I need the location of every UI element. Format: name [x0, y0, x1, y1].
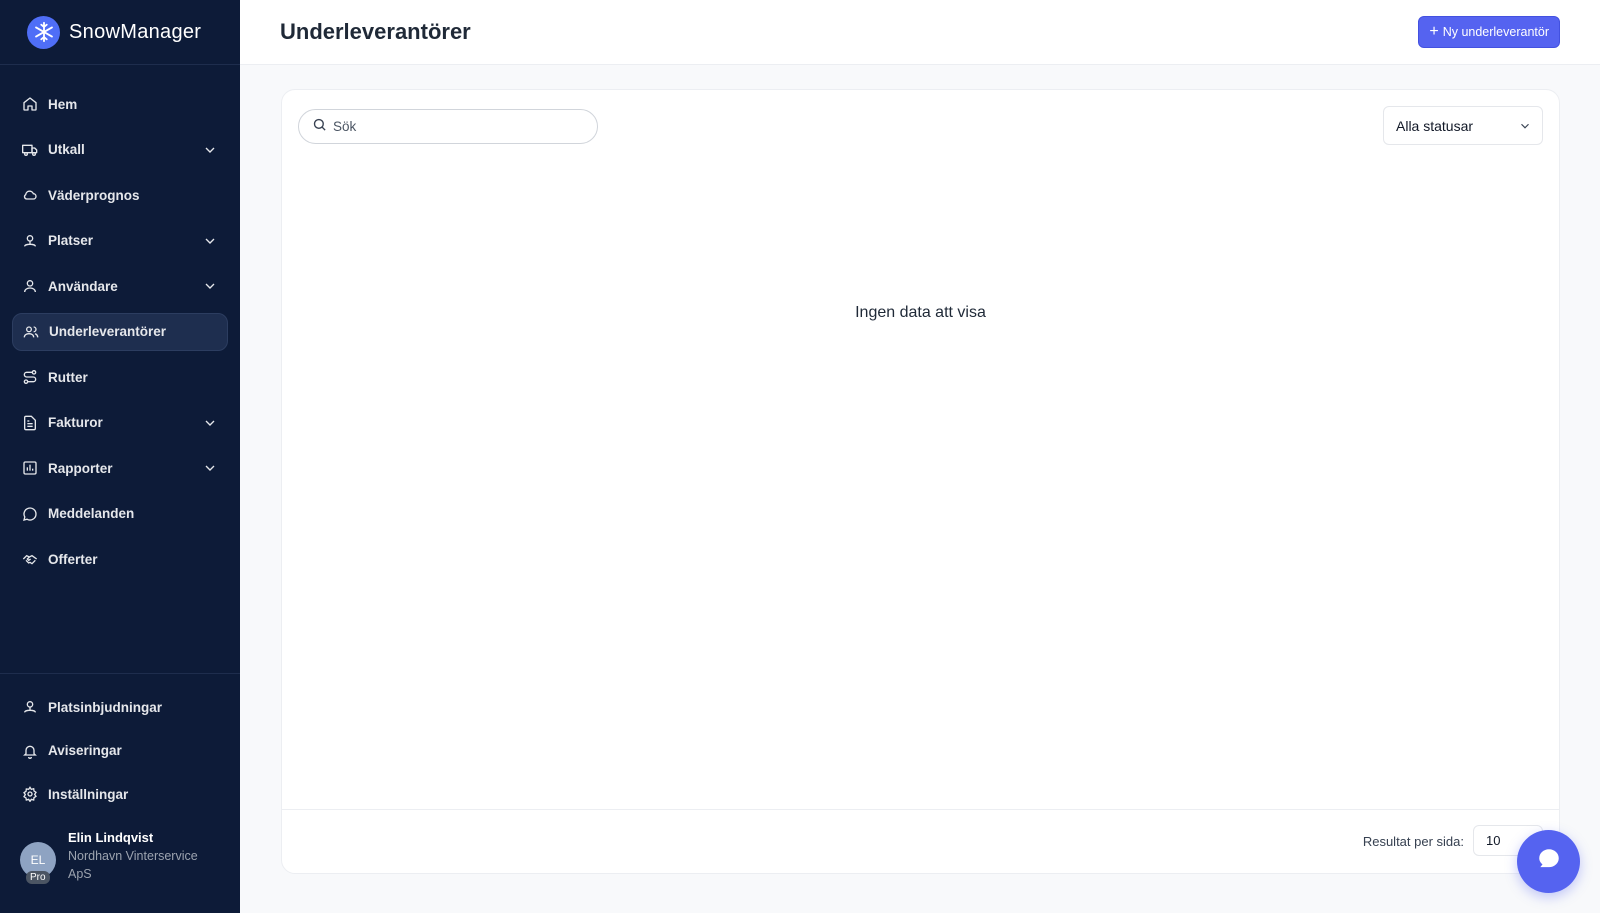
topbar: Underleverantörer + Ny underleverantör: [240, 0, 1600, 65]
avatar[interactable]: EL Pro: [20, 842, 56, 884]
sidebar-divider: [0, 673, 240, 674]
handshake-icon: [21, 550, 39, 568]
nav-label: Aviseringar: [48, 743, 122, 758]
user-icon: [21, 277, 39, 295]
search-input[interactable]: [333, 119, 583, 134]
new-subcontractor-button[interactable]: + Ny underleverantör: [1418, 16, 1560, 48]
search-box[interactable]: [298, 109, 598, 144]
nav-label: Fakturor: [48, 415, 103, 430]
chat-launcher-button[interactable]: [1517, 830, 1580, 893]
bar-chart-icon: [21, 459, 39, 477]
sidebar: SnowManager Hem Utkall Väderprognos Plat…: [0, 0, 240, 913]
nav-label: Rutter: [48, 369, 88, 385]
nav-item-hem[interactable]: Hem: [12, 85, 228, 123]
nav-label: Meddelanden: [48, 506, 135, 521]
chevron-down-icon[interactable]: [202, 415, 218, 431]
chat-icon: [1536, 846, 1562, 877]
plan-badge: Pro: [26, 871, 50, 884]
nav-item-offerter[interactable]: Offerter: [12, 540, 228, 578]
chevron-down-icon[interactable]: [202, 460, 218, 476]
nav-label: Offerter: [48, 551, 98, 567]
nav-label: Väderprognos: [48, 187, 140, 203]
page-title: Underleverantörer: [280, 19, 471, 44]
chevron-down-icon[interactable]: [202, 233, 218, 249]
status-filter-select[interactable]: Alla statusar: [1383, 106, 1543, 145]
users-icon: [22, 323, 40, 341]
cloud-icon: [21, 186, 39, 204]
nav-item-underleverantorer[interactable]: Underleverantörer: [12, 312, 228, 351]
gear-icon: [21, 785, 39, 803]
invoice-icon: [21, 414, 39, 432]
avatar-initials: EL: [30, 853, 46, 867]
nav-item-rapporter[interactable]: Rapporter: [12, 449, 228, 487]
message-icon: [21, 505, 39, 523]
nav-item-platsinbjudningar[interactable]: Platsinbjudningar: [12, 688, 228, 726]
main-nav: Hem Utkall Väderprognos Platser Användar…: [12, 85, 228, 586]
nav-label: Hem: [48, 96, 78, 112]
nav-item-rutter[interactable]: Rutter: [12, 358, 228, 396]
nav-label: Underleverantörer: [49, 324, 167, 339]
map-pin-icon: [21, 232, 39, 250]
brand-name: SnowManager: [69, 20, 202, 43]
snowflake-icon: [27, 15, 60, 49]
per-page-value: 10: [1486, 833, 1501, 848]
subcontractors-card: Alla statusar Ingen data att visa Result…: [281, 89, 1560, 874]
per-page-label: Resultat per sida:: [1362, 834, 1464, 849]
user-company: Nordhavn Vinterservice ApS: [68, 849, 198, 881]
nav-label: Utkall: [48, 142, 85, 157]
new-subcontractor-label: Ny underleverantör: [1442, 25, 1549, 39]
bottom-nav: Platsinbjudningar Aviseringar Inställnin…: [12, 688, 228, 819]
status-filter-value: Alla statusar: [1396, 117, 1474, 134]
nav-item-utkall[interactable]: Utkall: [12, 131, 228, 169]
user-name: Elin Lindqvist: [68, 830, 154, 845]
truck-icon: [21, 141, 39, 159]
pagination-footer: Resultat per sida: 10: [282, 809, 1559, 873]
route-icon: [21, 368, 39, 386]
map-pin-icon: [21, 698, 39, 716]
nav-label: Rapporter: [48, 460, 113, 476]
nav-label: Inställningar: [48, 786, 129, 802]
nav-item-fakturor[interactable]: Fakturor: [12, 404, 228, 442]
search-icon: [312, 117, 327, 137]
home-icon: [21, 95, 39, 113]
bell-icon: [21, 742, 39, 760]
nav-item-meddelanden[interactable]: Meddelanden: [12, 495, 228, 533]
nav-item-platser[interactable]: Platser: [12, 222, 228, 260]
empty-state-text: Ingen data att visa: [855, 304, 986, 321]
nav-label: Användare: [48, 278, 118, 294]
chevron-down-icon: [1518, 119, 1532, 136]
nav-item-installningar[interactable]: Inställningar: [12, 775, 228, 813]
chevron-down-icon[interactable]: [202, 142, 218, 158]
user-profile[interactable]: EL Pro Elin Lindqvist Nordhavn Vinterser…: [20, 830, 208, 884]
nav-item-aviseringar[interactable]: Aviseringar: [12, 732, 228, 770]
plus-icon: +: [1429, 23, 1439, 40]
nav-label: Platsinbjudningar: [48, 699, 163, 715]
chevron-down-icon[interactable]: [202, 278, 218, 294]
nav-label: Platser: [48, 233, 94, 248]
nav-item-vaderprognos[interactable]: Väderprognos: [12, 176, 228, 214]
nav-item-anvandare[interactable]: Användare: [12, 267, 228, 305]
brand[interactable]: SnowManager: [0, 0, 240, 65]
